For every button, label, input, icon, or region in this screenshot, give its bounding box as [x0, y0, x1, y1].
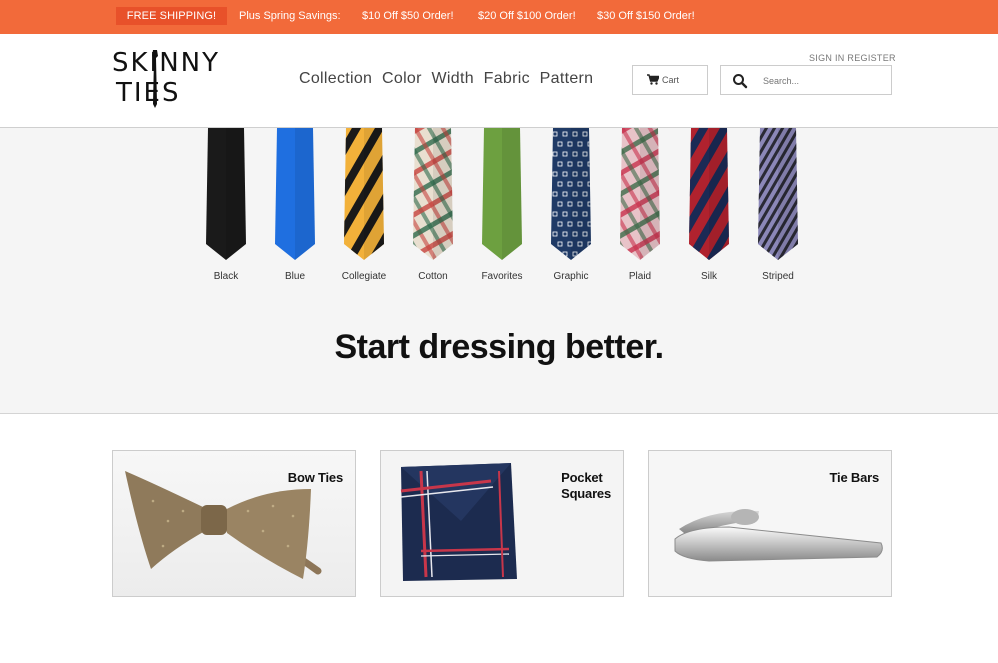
tie-blue-image — [275, 128, 315, 260]
logo-line2: TIES — [116, 78, 181, 108]
nav-fabric[interactable]: Fabric — [484, 70, 530, 87]
tie-category-label: Black — [213, 271, 239, 282]
card-pocket-squares[interactable]: Pocket Squares — [380, 450, 624, 597]
hero-section: Black Blue Collegiate Cotton Favorites Graphi… — [0, 128, 998, 414]
card-tie-bars[interactable]: Tie Bars — [648, 450, 892, 597]
tie-category-plaid[interactable]: Plaid — [610, 128, 670, 282]
tie-striped-image — [758, 128, 798, 260]
tie-cotton-image — [413, 128, 453, 260]
offer-20-off-100[interactable]: $20 Off $100 Order! — [478, 10, 576, 22]
tie-graphic-image — [551, 128, 591, 260]
skinny-ties-logo[interactable]: SKINNY TIES — [112, 48, 218, 110]
tie-silk-image — [689, 128, 729, 260]
card-bow-ties[interactable]: Bow Ties — [112, 450, 356, 597]
tie-category-label: Blue — [284, 271, 305, 282]
tie-category-collegiate[interactable]: Collegiate — [334, 128, 394, 282]
nav-collection[interactable]: Collection — [299, 70, 372, 87]
logo-line1: SKINNY — [112, 48, 221, 78]
tie-category-favorites[interactable]: Favorites — [472, 128, 532, 282]
hero-headline: Start dressing better. — [334, 328, 664, 366]
nav-width[interactable]: Width — [432, 70, 474, 87]
nav-color[interactable]: Color — [382, 70, 422, 87]
tie-category-label: Silk — [700, 271, 718, 282]
main-nav: Collection Color Width Fabric Pattern — [299, 70, 598, 88]
tie-category-graphic[interactable]: Graphic — [541, 128, 601, 282]
nav-pattern[interactable]: Pattern — [540, 70, 594, 87]
promo-bar: FREE SHIPPING! Plus Spring Savings: $10 … — [0, 0, 998, 34]
free-shipping-badge[interactable]: FREE SHIPPING! — [116, 7, 227, 25]
cart-label: Cart — [662, 75, 680, 85]
tie-category-striped[interactable]: Striped — [748, 128, 808, 282]
tie-category-cotton[interactable]: Cotton — [403, 128, 463, 282]
offer-10-off-50[interactable]: $10 Off $50 Order! — [362, 10, 454, 22]
tie-black-image — [206, 128, 246, 260]
tie-category-label: Collegiate — [341, 271, 387, 282]
tie-category-silk[interactable]: Silk — [679, 128, 739, 282]
spring-savings-label: Plus Spring Savings: — [239, 10, 341, 22]
cart-button[interactable]: Cart — [632, 65, 708, 95]
tie-favorites-image — [482, 128, 522, 260]
tie-category-label: Graphic — [553, 271, 589, 282]
offer-30-off-150[interactable]: $30 Off $150 Order! — [597, 10, 695, 22]
sign-in-link[interactable]: SIGN IN — [809, 53, 845, 63]
tie-category-label: Cotton — [418, 271, 448, 282]
search-icon[interactable] — [732, 73, 748, 89]
tie-category-blue[interactable]: Blue — [265, 128, 325, 282]
search-box — [720, 65, 892, 95]
tie-collegiate-image — [344, 128, 384, 260]
tie-category-label: Plaid — [628, 271, 652, 282]
tie-category-black[interactable]: Black — [196, 128, 256, 282]
cart-icon — [647, 74, 661, 85]
search-input[interactable] — [763, 70, 883, 92]
register-link[interactable]: REGISTER — [847, 53, 895, 63]
card-title-tie-bars: Tie Bars — [829, 470, 880, 485]
card-title-bow-ties: Bow Ties — [287, 470, 343, 485]
account-links: SIGN IN REGISTER — [809, 53, 896, 63]
tie-plaid-image — [620, 128, 660, 260]
site-header: SKINNY TIES Collection Color Width Fabri… — [0, 34, 998, 128]
tie-category-label: Striped — [762, 271, 794, 282]
tie-category-label: Favorites — [481, 271, 523, 282]
card-title-pocket-squares: Pocket Squares — [561, 470, 611, 501]
